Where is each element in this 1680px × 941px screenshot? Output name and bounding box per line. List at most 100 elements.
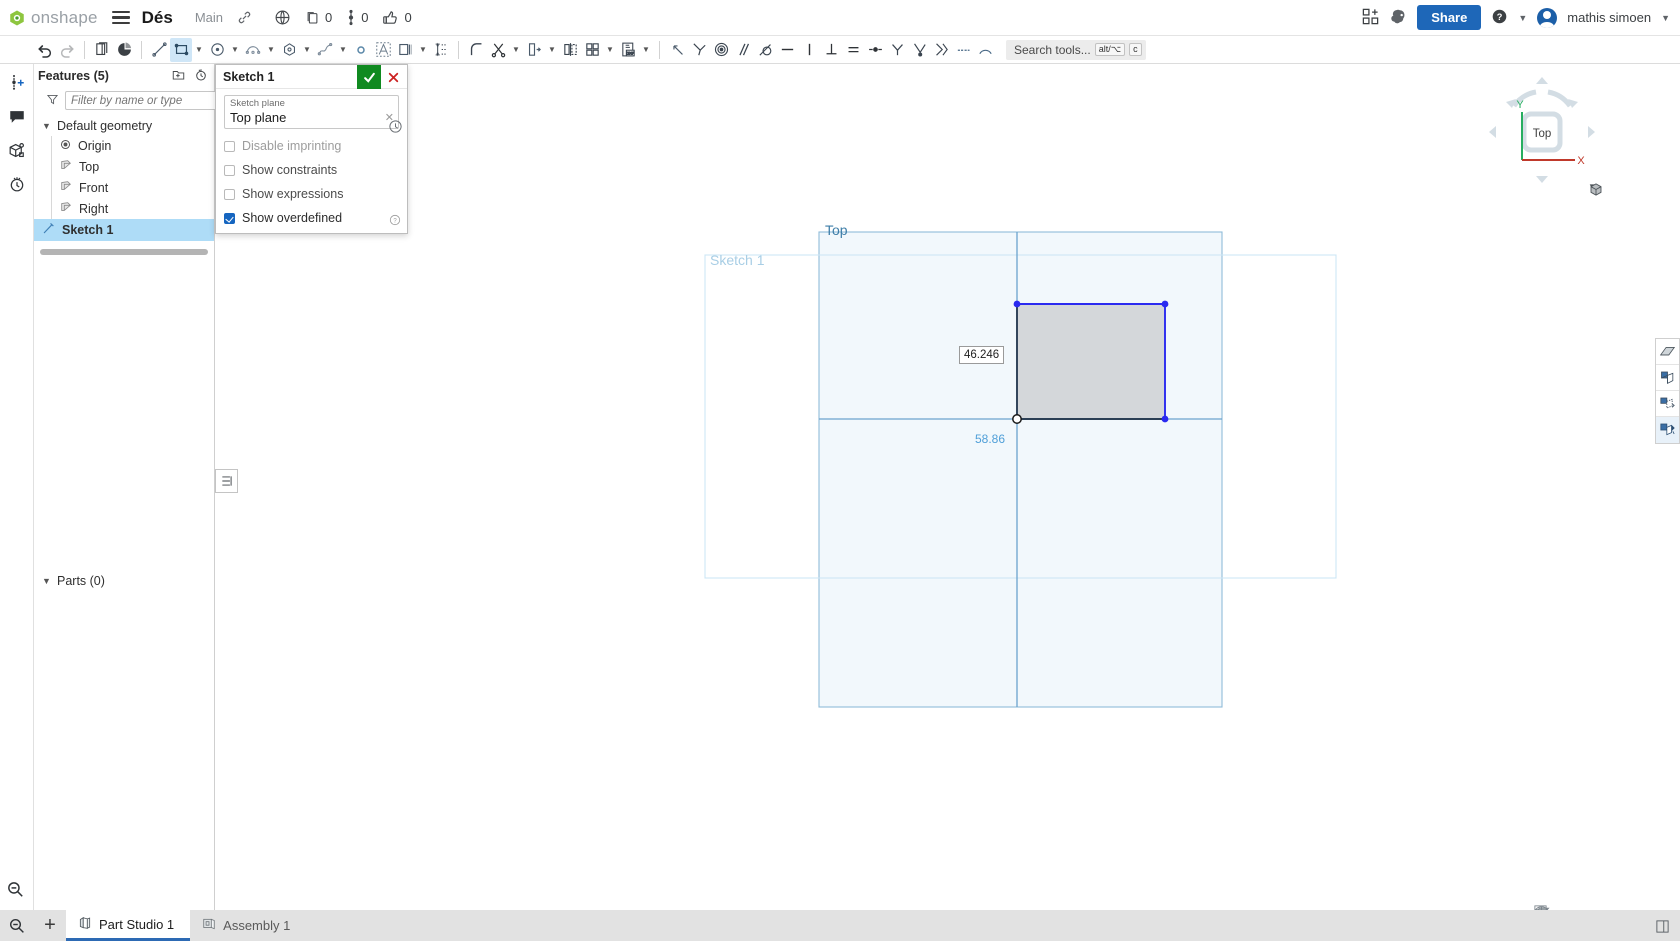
- sketch-plane-field[interactable]: Sketch plane Top plane ✕: [224, 95, 399, 129]
- undo-button[interactable]: [34, 38, 56, 62]
- thumbs-up-icon[interactable]: 0: [382, 9, 412, 26]
- versions-counter[interactable]: 0: [305, 10, 332, 26]
- circle-tool[interactable]: [206, 38, 228, 62]
- parts-section-header[interactable]: ▼ Parts (0): [34, 574, 105, 588]
- disable-imprinting-checkbox[interactable]: Disable imprinting: [224, 139, 399, 153]
- circle-dropdown-chevron-icon[interactable]: ▼: [228, 38, 242, 62]
- new-folder-icon[interactable]: [171, 68, 186, 85]
- show-overdefined-checkbox[interactable]: Show overdefined: [224, 211, 399, 225]
- filter-input[interactable]: [65, 91, 233, 110]
- feature-scrollbar[interactable]: [40, 249, 208, 255]
- line-tool[interactable]: [148, 38, 170, 62]
- polygon-dropdown-chevron-icon[interactable]: ▼: [300, 38, 314, 62]
- sketch-vertex-top-left[interactable]: [1013, 300, 1021, 308]
- avatar[interactable]: [1537, 7, 1558, 28]
- perpendicular-constraint[interactable]: [820, 38, 842, 62]
- rollback-clock-icon[interactable]: [194, 67, 208, 85]
- tabbar-zoom-search[interactable]: [0, 910, 34, 941]
- tree-item-top-plane[interactable]: Top: [34, 156, 214, 177]
- view-cube[interactable]: Top Y X: [1482, 72, 1602, 192]
- horizontal-constraint[interactable]: [776, 38, 798, 62]
- rail-comments[interactable]: [6, 106, 28, 126]
- arc-dropdown-chevron-icon[interactable]: ▼: [264, 38, 278, 62]
- add-tab-button[interactable]: +: [34, 910, 66, 941]
- rectangle-dropdown-chevron-icon[interactable]: ▼: [192, 38, 206, 62]
- apps-grid-plus-icon[interactable]: [1361, 7, 1380, 29]
- rail-part-properties[interactable]: [6, 140, 28, 160]
- tree-item-origin[interactable]: Origin: [34, 136, 214, 156]
- symmetric-constraint[interactable]: [886, 38, 908, 62]
- offset-dropdown-chevron-icon[interactable]: ▼: [416, 38, 430, 62]
- tree-item-right-plane[interactable]: Right: [34, 198, 214, 219]
- equal-constraint[interactable]: [842, 38, 864, 62]
- vertical-constraint[interactable]: [798, 38, 820, 62]
- share-button[interactable]: Share: [1417, 5, 1482, 30]
- arrow-down[interactable]: [1536, 176, 1548, 183]
- mirror-tool[interactable]: [559, 38, 581, 62]
- origin-point[interactable]: [1012, 414, 1022, 424]
- rail-zoom-search[interactable]: [6, 880, 25, 902]
- graphics-canvas[interactable]: Top Sketch 1 46.246 58.86 Top Y X: [215, 64, 1680, 910]
- fillet-tool[interactable]: [465, 38, 487, 62]
- pierce-constraint[interactable]: [908, 38, 930, 62]
- sketch-fix-tool[interactable]: [974, 38, 996, 62]
- tab-assembly-1[interactable]: Assembly 1: [190, 910, 307, 941]
- point-tool[interactable]: [350, 38, 372, 62]
- onshape-logo[interactable]: onshape: [8, 8, 98, 28]
- hamburger-menu-icon[interactable]: [111, 10, 130, 25]
- arrow-left[interactable]: [1489, 126, 1496, 138]
- polygon-tool[interactable]: [278, 38, 300, 62]
- import-dropdown-chevron-icon[interactable]: ▼: [639, 38, 653, 62]
- rectangle-tool[interactable]: [170, 37, 192, 62]
- globe-icon[interactable]: [274, 9, 291, 26]
- rail-history[interactable]: [6, 174, 28, 194]
- funnel-filter-icon[interactable]: [46, 93, 59, 109]
- pattern-dropdown-chevron-icon[interactable]: ▼: [603, 38, 617, 62]
- extend-tool[interactable]: [523, 38, 545, 62]
- rotate-cw-arrow[interactable]: [1547, 89, 1573, 108]
- feature-list-toggle-button[interactable]: [215, 469, 238, 493]
- panel-split-icon[interactable]: [1655, 919, 1670, 937]
- dialog-history-clock-icon[interactable]: [388, 119, 403, 137]
- curve-pattern-tool[interactable]: [930, 38, 952, 62]
- search-input[interactable]: Search tools... alt/⌥ c: [1006, 39, 1146, 60]
- user-chevron-down-icon[interactable]: ▼: [1661, 13, 1670, 23]
- accept-sketch-button[interactable]: [357, 65, 381, 89]
- tree-item-sketch-1[interactable]: Sketch 1: [34, 219, 214, 241]
- dimension-tool[interactable]: [430, 38, 452, 62]
- view-cube-dropdown-icon[interactable]: ▼: [1588, 182, 1602, 196]
- help-circle-icon[interactable]: ?: [1491, 8, 1508, 28]
- midpoint-constraint[interactable]: [864, 38, 886, 62]
- link-icon[interactable]: [237, 10, 252, 25]
- spline-dropdown-chevron-icon[interactable]: ▼: [336, 38, 350, 62]
- cancel-sketch-button[interactable]: [381, 65, 405, 89]
- branches-counter[interactable]: 0: [346, 9, 368, 26]
- trim-dropdown-chevron-icon[interactable]: ▼: [509, 38, 523, 62]
- parallel-constraint[interactable]: [732, 38, 754, 62]
- arrow-right[interactable]: [1588, 126, 1595, 138]
- offset-tool[interactable]: [394, 38, 416, 62]
- construction-toggle[interactable]: [666, 38, 688, 62]
- display-shaded[interactable]: [1656, 339, 1679, 365]
- coincident-constraint[interactable]: [688, 38, 710, 62]
- display-sketch-entities[interactable]: [1656, 417, 1679, 443]
- show-constraints-checkbox[interactable]: Show constraints: [224, 163, 399, 177]
- dialog-help-question-icon[interactable]: ?: [389, 214, 401, 229]
- concentric-constraint[interactable]: [710, 38, 732, 62]
- vertical-dimension-input[interactable]: 46.246: [959, 346, 1005, 365]
- copy-button[interactable]: [91, 38, 113, 62]
- show-expressions-checkbox[interactable]: Show expressions: [224, 187, 399, 201]
- help-chevron-down-icon[interactable]: ▼: [1518, 13, 1527, 23]
- pattern-tool[interactable]: [581, 38, 603, 62]
- paste-button[interactable]: [113, 38, 135, 62]
- sketch-vertex-top-right[interactable]: [1161, 300, 1169, 308]
- display-hidden-lines[interactable]: [1656, 391, 1679, 417]
- tree-item-front-plane[interactable]: Front: [34, 177, 214, 198]
- trim-tool[interactable]: [487, 38, 509, 62]
- display-section[interactable]: [1656, 365, 1679, 391]
- tangent-constraint[interactable]: [754, 38, 776, 62]
- spline-tool[interactable]: [314, 38, 336, 62]
- horizontal-dimension-label[interactable]: 58.86: [975, 432, 1005, 446]
- extend-dropdown-chevron-icon[interactable]: ▼: [545, 38, 559, 62]
- brain-ai-icon[interactable]: [1390, 8, 1407, 28]
